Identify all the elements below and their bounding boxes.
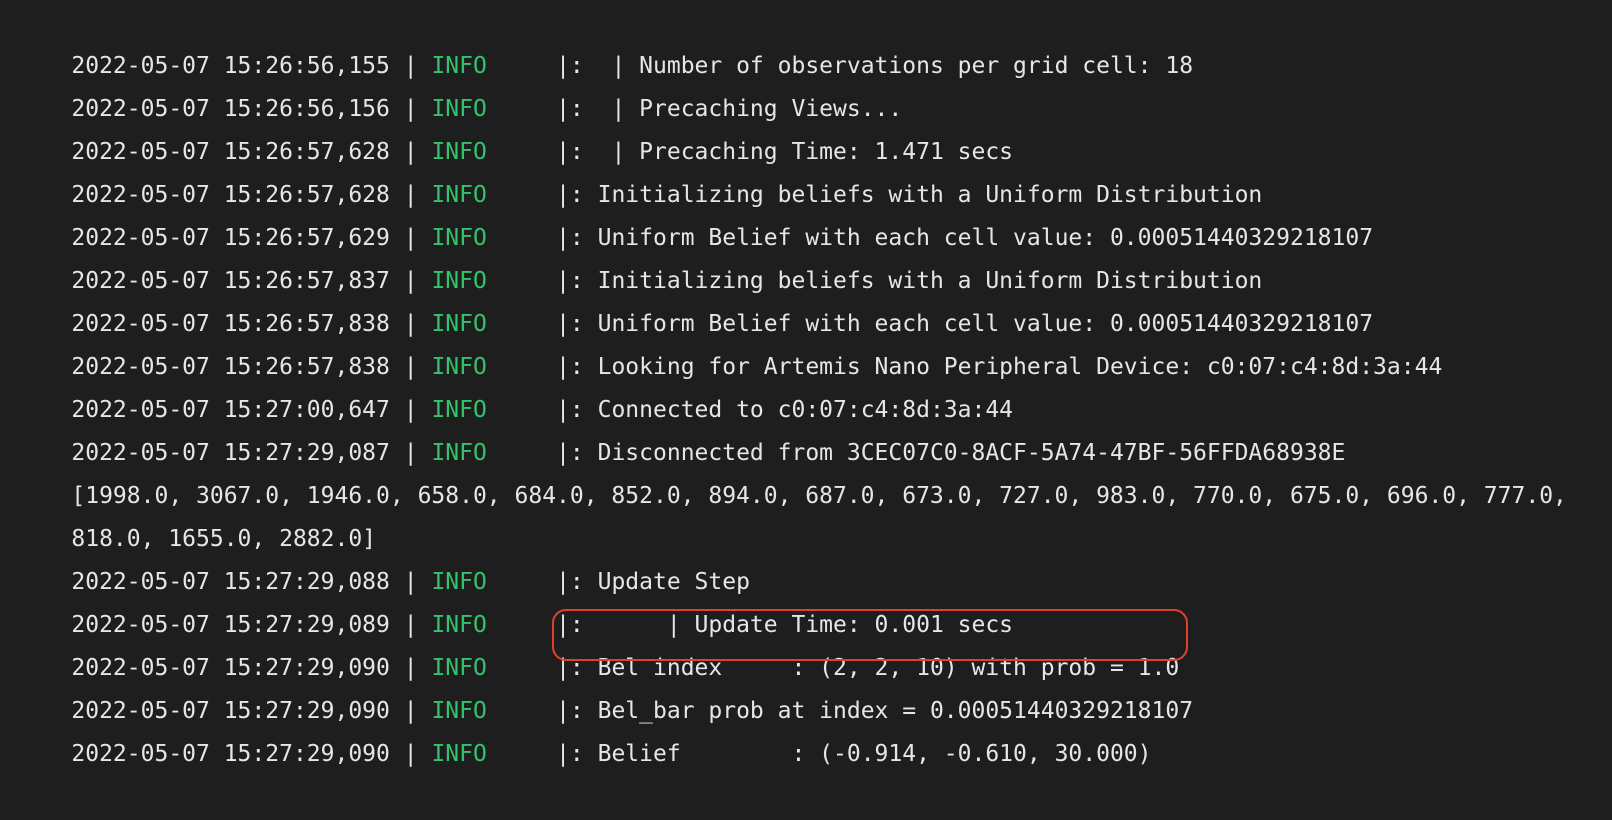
log-line: 2022-05-07 15:26:57,628 | INFO |: | Prec… (16, 86, 1013, 165)
log-line: 2022-05-07 15:27:29,090 | INFO |: Bel in… (16, 602, 1179, 681)
log-line: 2022-05-07 15:26:57,837 | INFO |: Initia… (16, 215, 1262, 294)
plain-output-line: [1998.0, 3067.0, 1946.0, 658.0, 684.0, 8… (16, 430, 1567, 509)
log-line: 2022-05-07 15:27:29,090 | INFO |: Belief… (16, 688, 1151, 767)
plain-output-line: 818.0, 1655.0, 2882.0] (16, 473, 376, 552)
log-line: 2022-05-07 15:27:00,647 | INFO |: Connec… (16, 344, 1013, 423)
log-timestamp: 2022-05-07 15:27:29,090 (71, 741, 390, 767)
log-line: 2022-05-07 15:27:29,089 | INFO |: | Upda… (16, 559, 1013, 638)
log-line: 2022-05-07 15:27:29,090 | INFO |: Bel_ba… (16, 645, 1193, 724)
log-line: 2022-05-07 15:27:29,087 | INFO |: Discon… (16, 387, 1345, 466)
terminal-output: 2022-05-07 15:26:56,155 | INFO |: | Numb… (0, 0, 1612, 767)
log-separator: |: (486, 741, 598, 767)
log-line: 2022-05-07 15:26:57,838 | INFO |: Unifor… (16, 258, 1373, 337)
log-line: 2022-05-07 15:26:56,156 | INFO |: | Prec… (16, 43, 902, 122)
log-line: 2022-05-07 15:26:57,838 | INFO |: Lookin… (16, 301, 1442, 380)
log-line: 2022-05-07 15:26:56,155 | INFO |: | Numb… (16, 0, 1193, 79)
log-line: 2022-05-07 15:26:57,629 | INFO |: Unifor… (16, 172, 1373, 251)
log-level: INFO (431, 741, 487, 767)
log-line: 2022-05-07 15:27:29,088 | INFO |: Update… (16, 516, 750, 595)
log-line: 2022-05-07 15:26:57,628 | INFO |: Initia… (16, 129, 1262, 208)
log-separator: | (389, 741, 432, 767)
log-message: Belief : (-0.914, -0.610, 30.000) (597, 741, 1152, 767)
